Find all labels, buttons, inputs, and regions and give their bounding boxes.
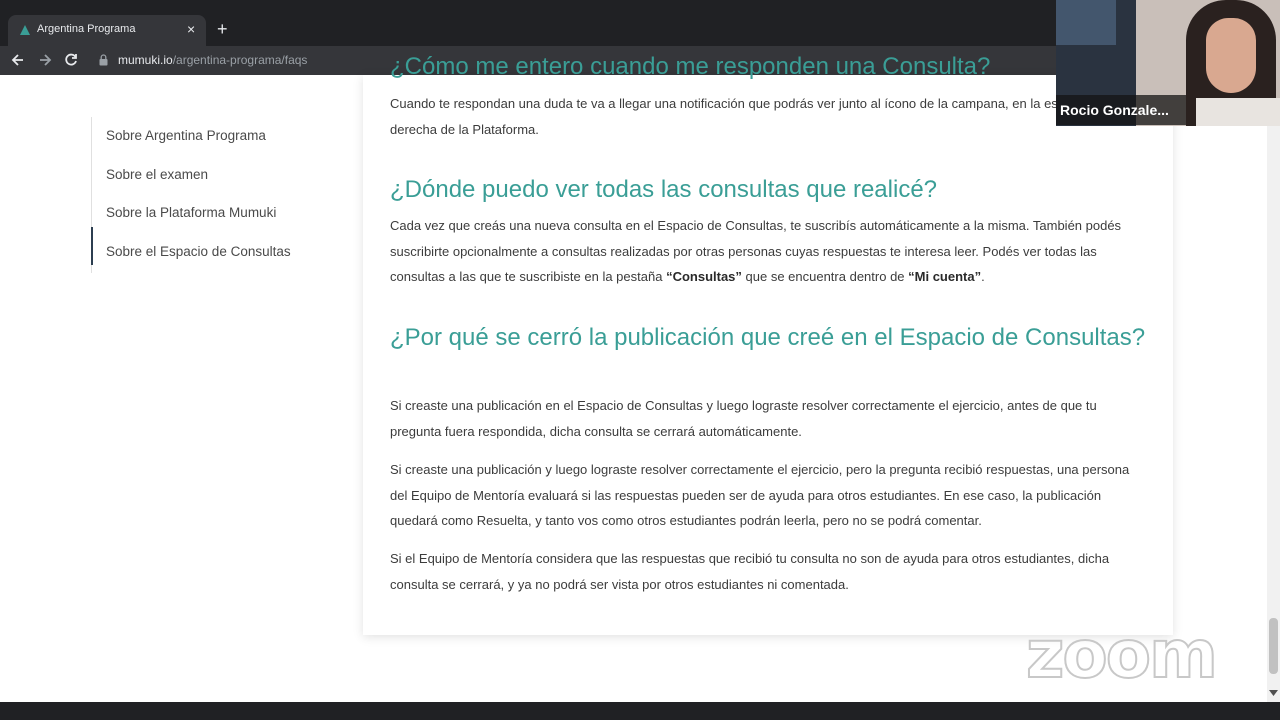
faq-answer-closed-1: Si creaste una publicación en el Espacio… [390, 398, 1097, 439]
participant-shirt [1196, 98, 1280, 126]
zoom-watermark: zoom [1025, 616, 1219, 693]
answer-where-text-2: que se encuentra dentro de [741, 269, 909, 284]
answer-where-text-3: . [981, 269, 985, 284]
faq-answer-closed-3: Si el Equipo de Mentoría considera que l… [390, 551, 1110, 592]
new-tab-button[interactable]: + [217, 19, 228, 39]
back-arrow-icon[interactable] [10, 52, 26, 68]
sidebar-item-espacio-consultas[interactable]: Sobre el Espacio de Consultas [91, 227, 291, 265]
page-scrollbar[interactable] [1267, 75, 1280, 702]
sidebar-item-examen[interactable]: Sobre el examen [106, 167, 208, 182]
tab-favicon-icon [20, 25, 30, 35]
mi-cuenta-name: “Mi cuenta” [908, 269, 982, 284]
faq-content-card: ¿Cómo me entero cuando me responden una … [363, 53, 1173, 635]
video-background-window [1056, 0, 1116, 45]
consultas-tab-name: “Consultas” [666, 269, 742, 284]
browser-tab[interactable]: Argentina Programa × [8, 15, 206, 46]
faq-question-where: ¿Dónde puedo ver todas las consultas que… [390, 176, 938, 203]
reload-icon[interactable] [63, 52, 79, 68]
faq-question-closed: ¿Por qué se cerró la publicación que cre… [390, 324, 1146, 351]
scrollbar-thumb[interactable] [1269, 618, 1278, 674]
url-host: mumuki.io [118, 53, 173, 67]
lock-icon [99, 54, 108, 66]
tab-title: Argentina Programa [37, 23, 136, 35]
url-path: /argentina-programa/faqs [172, 53, 308, 67]
forward-arrow-icon[interactable] [37, 52, 53, 68]
address-bar[interactable]: mumuki.io/argentina-programa/faqs [118, 53, 307, 67]
faq-question-notification: ¿Cómo me entero cuando me responden una … [390, 53, 991, 80]
scroll-down-arrow-icon[interactable] [1269, 690, 1278, 696]
sidebar-item-plataforma-mumuki[interactable]: Sobre la Plataforma Mumuki [106, 205, 276, 220]
bottom-bar [0, 702, 1280, 720]
faq-answer-where: Cada vez que creás una nueva consulta en… [390, 213, 1150, 290]
participant-face [1206, 18, 1256, 93]
faq-answer-closed-2: Si creaste una publicación y luego logra… [390, 462, 1130, 528]
faq-answer-notification: Cuando te respondan una duda te va a lle… [390, 96, 1141, 137]
sidebar-item-argentina-programa[interactable]: Sobre Argentina Programa [106, 128, 266, 143]
participant-name: Rocio Gonzale... [1056, 95, 1186, 125]
screen: Argentina Programa × + mumuki.io/argenti… [0, 0, 1280, 720]
tab-close-icon[interactable]: × [187, 21, 195, 37]
